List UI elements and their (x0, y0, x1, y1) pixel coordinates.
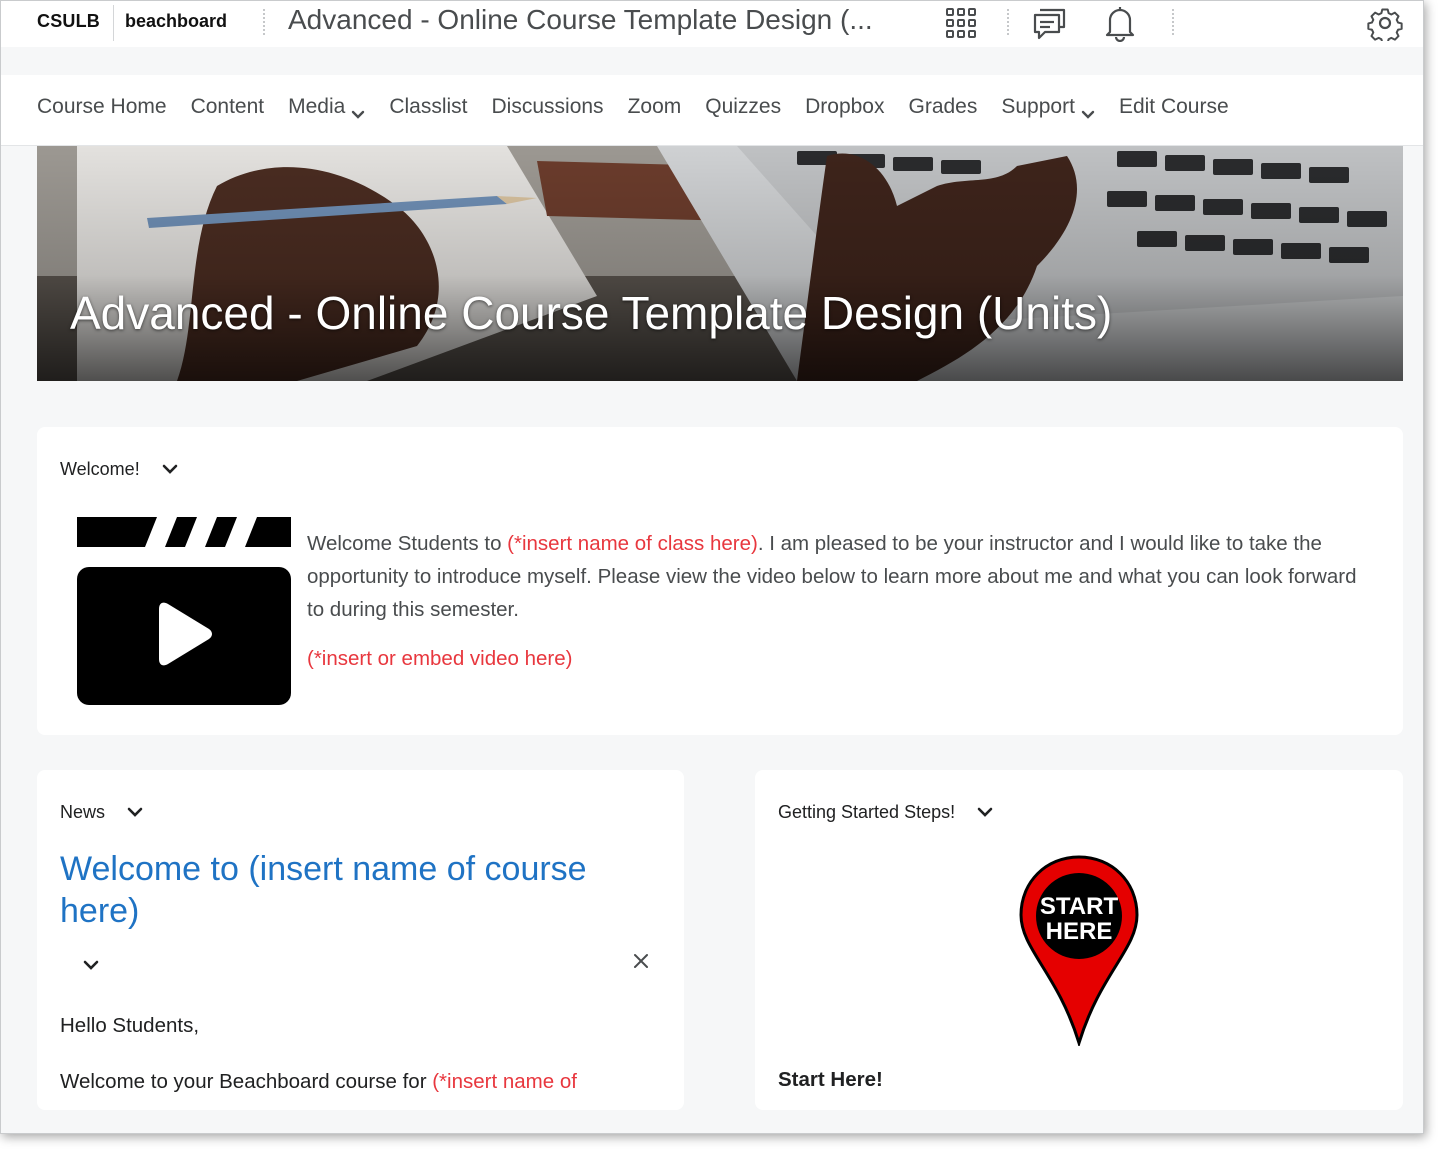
nav-item-label: Classlist (389, 95, 468, 118)
nav-item-label: Support (1001, 95, 1075, 118)
chevron-down-icon[interactable] (162, 459, 178, 480)
news-widget: News Welcome to (insert name of course h… (37, 770, 684, 1110)
welcome-widget-header: Welcome! (60, 459, 178, 480)
nav-item-dropbox[interactable]: Dropbox (805, 95, 884, 119)
news-greeting: Hello Students, (60, 1014, 200, 1037)
nav-item-content[interactable]: Content (191, 95, 265, 119)
settings-gear-icon[interactable] (1365, 3, 1405, 43)
nav-item-label: Discussions (491, 95, 604, 118)
header-divider (1007, 9, 1009, 35)
header-divider (263, 9, 265, 35)
header-course-title[interactable]: Advanced - Online Course Template Design… (288, 4, 873, 36)
brand-org[interactable]: CSULB (37, 11, 100, 32)
chevron-down-icon[interactable] (977, 802, 993, 823)
message-alerts-icon[interactable] (1030, 3, 1070, 43)
nav-item-support[interactable]: Support (1001, 95, 1095, 119)
nav-item-discussions[interactable]: Discussions (492, 95, 604, 119)
chevron-down-icon[interactable] (83, 958, 99, 976)
nav-item-quizzes[interactable]: Quizzes (705, 95, 781, 119)
getting-started-title: Getting Started Steps! (778, 802, 956, 822)
nav-item-label: Edit Course (1118, 95, 1229, 118)
brand-app[interactable]: beachboard (125, 11, 227, 32)
course-name-placeholder: (*insert name of (432, 1070, 577, 1093)
nav-item-label: Media (288, 95, 346, 118)
nav-item-label: Grades (908, 95, 978, 118)
close-icon[interactable] (633, 948, 649, 976)
nav-item-course-home[interactable]: Course Home (37, 95, 167, 119)
waffle-grid-icon[interactable] (941, 3, 981, 43)
browser-window: CSULB beachboard Advanced - Online Cours… (0, 0, 1424, 1134)
welcome-intro-text: Welcome Students to (307, 532, 508, 555)
video-placeholder: (*insert or embed video here) (307, 647, 573, 670)
chevron-down-icon (1081, 102, 1095, 119)
header-divider (1172, 9, 1174, 35)
class-name-placeholder: (*insert name of class here) (507, 532, 758, 555)
getting-started-header: Getting Started Steps! (778, 802, 993, 823)
start-here-link[interactable]: Start Here! (778, 1068, 883, 1092)
news-body: Welcome to your Beachboard course for (*… (60, 1070, 577, 1094)
nav-item-label: Zoom (627, 95, 682, 118)
news-widget-title: News (60, 802, 106, 822)
news-body-text: Welcome to your Beachboard course for (60, 1070, 433, 1093)
nav-list: Course Home Content Media Classlist Discussi… (37, 95, 1229, 119)
pin-label-line2: HERE (1046, 918, 1113, 945)
banner-photo (37, 146, 1403, 381)
nav-item-media[interactable]: Media (288, 95, 365, 119)
welcome-widget: Welcome! Welcome Students to (*insert na… (37, 427, 1403, 735)
nav-item-label: Dropbox (805, 95, 885, 118)
chevron-down-icon[interactable] (127, 802, 143, 823)
chevron-down-icon (351, 102, 365, 119)
brand-divider (113, 5, 114, 41)
welcome-widget-title: Welcome! (60, 459, 140, 479)
nav-item-label: Course Home (37, 95, 167, 118)
nav-item-edit-course[interactable]: Edit Course (1119, 95, 1229, 119)
banner-title: Advanced - Online Course Template Design… (70, 287, 1113, 339)
notification-bell-icon[interactable] (1100, 3, 1140, 43)
news-widget-header: News (60, 802, 143, 823)
nav-item-zoom[interactable]: Zoom (628, 95, 682, 119)
news-item-title[interactable]: Welcome to (insert name of course here) (60, 848, 650, 932)
course-banner: Advanced - Online Course Template Design… (37, 146, 1403, 381)
welcome-message: Welcome Students to (*insert name of cla… (307, 527, 1367, 626)
getting-started-widget: Getting Started Steps! START HERE Start … (755, 770, 1403, 1110)
nav-item-label: Quizzes (705, 95, 782, 118)
top-header: CSULB beachboard Advanced - Online Cours… (1, 1, 1423, 47)
nav-item-classlist[interactable]: Classlist (389, 95, 467, 119)
course-navbar: Course Home Content Media Classlist Discussi… (1, 75, 1423, 146)
nav-item-grades[interactable]: Grades (909, 95, 978, 119)
pin-label-line1: START (1040, 893, 1119, 920)
nav-item-label: Content (190, 95, 265, 118)
start-here-pin-icon[interactable]: START HERE (1018, 854, 1140, 1051)
video-clapperboard-icon (77, 515, 291, 710)
